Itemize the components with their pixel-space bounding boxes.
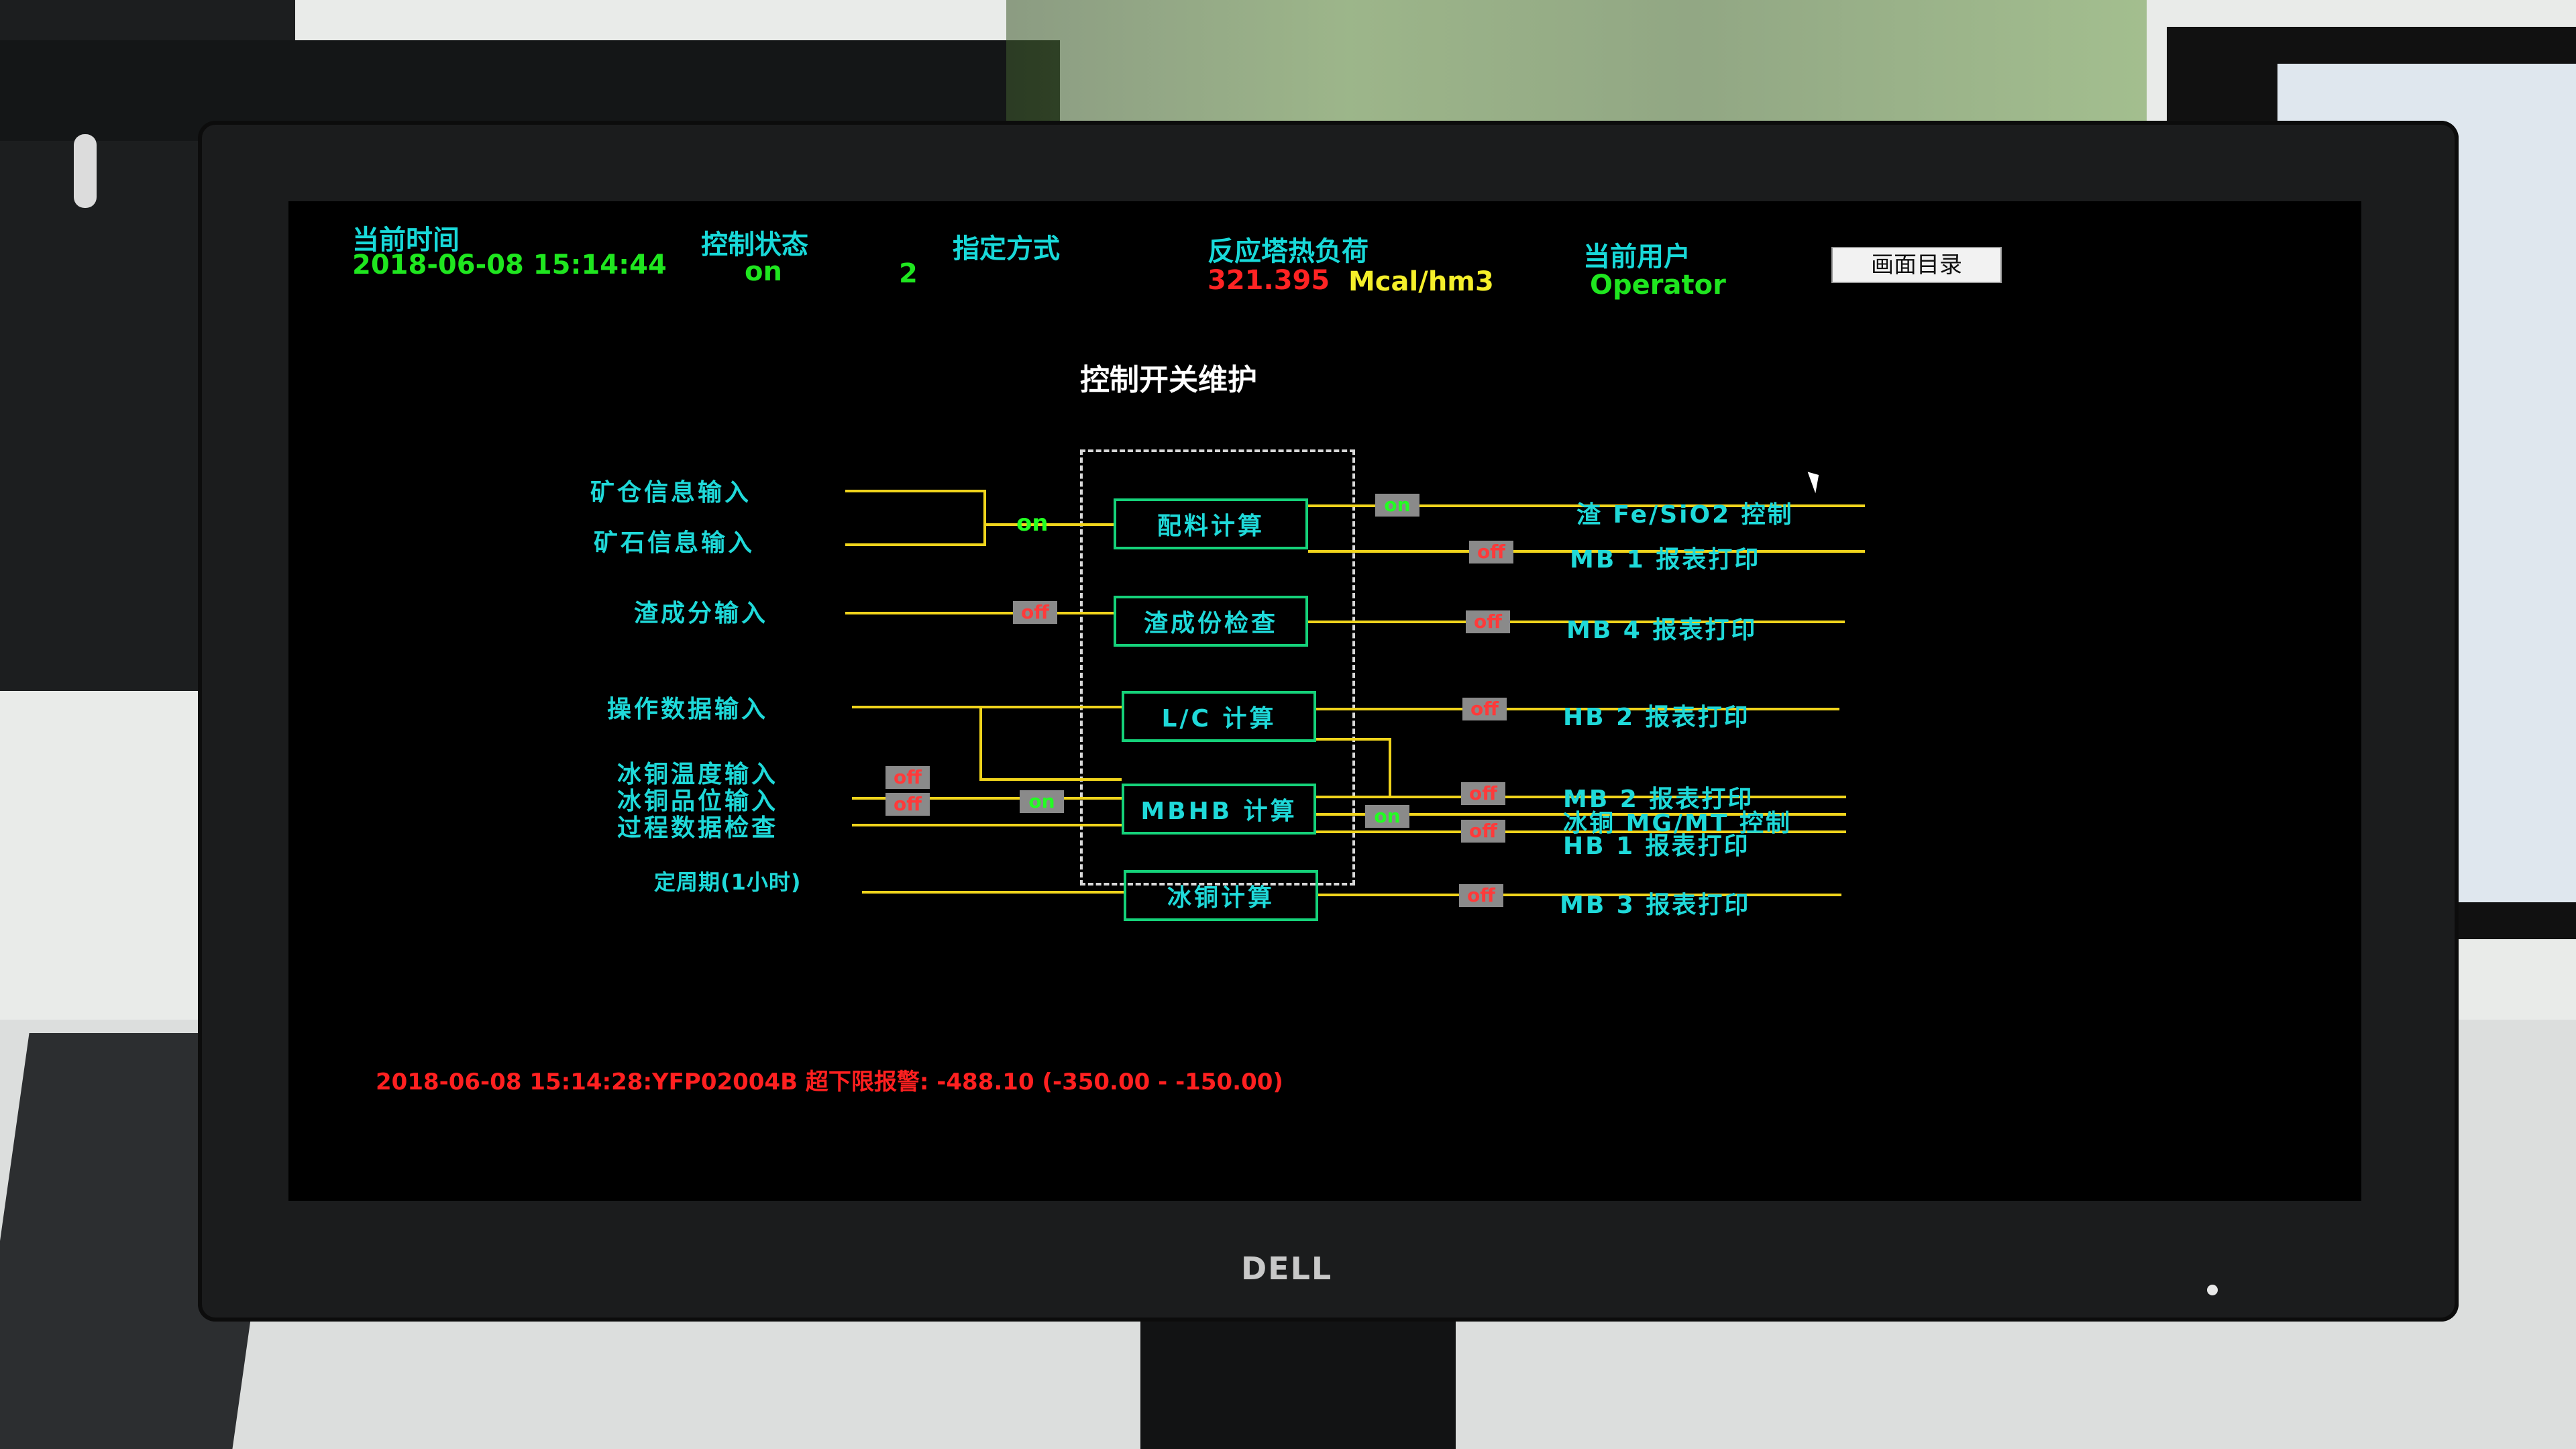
line xyxy=(862,891,1124,894)
line xyxy=(845,490,986,492)
line xyxy=(852,706,1122,708)
output-mb3: MB 3 报表打印 xyxy=(1560,892,1751,919)
switch-input-matte-temp[interactable]: off xyxy=(885,766,930,789)
proc-mbhb-calc[interactable]: MBHB 计算 xyxy=(1122,784,1316,835)
line xyxy=(979,778,1122,781)
output-mb4: MB 4 报表打印 xyxy=(1566,616,1758,644)
output-mb1: MB 1 报表打印 xyxy=(1570,546,1761,574)
mouse-cursor-icon xyxy=(1807,468,1825,494)
output-hb1: HB 1 报表打印 xyxy=(1563,833,1750,860)
input-slag: 渣成分输入 xyxy=(634,600,769,627)
switch-input-slag[interactable]: off xyxy=(1013,601,1057,624)
switch-out-mb4[interactable]: off xyxy=(1466,610,1510,633)
proc-lc-calc[interactable]: L/C 计算 xyxy=(1122,691,1316,742)
heat-load-value: 321.395 xyxy=(1208,265,1330,296)
line xyxy=(979,706,982,781)
time-value: 2018-06-08 15:14:44 xyxy=(352,250,667,280)
page-title: 控制开关维护 xyxy=(1080,363,1257,397)
line xyxy=(845,543,986,546)
proc-matte-calc[interactable]: 冰铜计算 xyxy=(1124,870,1318,921)
switch-out-mb2[interactable]: off xyxy=(1461,782,1505,805)
input-ore-bin: 矿仓信息输入 xyxy=(590,479,752,506)
mode-value: 2 xyxy=(899,258,918,289)
switch-input-ore[interactable]: on xyxy=(1016,510,1049,537)
scada-screen: 当前时间 2018-06-08 15:14:44 控制状态 on 指定方式 2 … xyxy=(288,201,2361,1201)
mode-label: 指定方式 xyxy=(953,233,1060,264)
switch-out-fe-sio2[interactable]: on xyxy=(1375,494,1419,517)
switch-out-mg-mt[interactable]: on xyxy=(1365,805,1409,828)
line xyxy=(983,523,1114,526)
heat-load-unit: Mcal/hm3 xyxy=(1348,266,1494,297)
proc-slag-check[interactable]: 渣成份检查 xyxy=(1114,596,1308,647)
line xyxy=(983,490,986,546)
output-fe-sio2: 渣 Fe/SiO2 控制 xyxy=(1576,501,1794,529)
switch-input-mbhb[interactable]: on xyxy=(1020,790,1064,813)
switch-out-hb1[interactable]: off xyxy=(1461,820,1505,843)
switch-out-mb1[interactable]: off xyxy=(1469,541,1513,564)
switch-out-mb3[interactable]: off xyxy=(1459,884,1503,907)
switch-input-matte-grade[interactable]: off xyxy=(885,793,930,816)
input-operation-data: 操作数据输入 xyxy=(607,696,769,723)
line xyxy=(1316,738,1390,741)
power-button[interactable] xyxy=(2207,1285,2218,1295)
cabinet-handle xyxy=(74,134,97,208)
heat-load-label: 反应塔热负荷 xyxy=(1208,236,1368,267)
alarm-message: 2018-06-08 15:14:28:YFP02004B 超下限报警: -48… xyxy=(376,1069,1283,1095)
line xyxy=(852,824,1122,826)
user-value: Operator xyxy=(1590,270,1726,301)
switch-out-hb2[interactable]: off xyxy=(1462,698,1507,720)
input-ore-info: 矿石信息输入 xyxy=(594,529,755,557)
input-period: 定周期(1小时) xyxy=(654,869,802,895)
proc-batching[interactable]: 配料计算 xyxy=(1114,498,1308,549)
screen-menu-button[interactable]: 画面目录 xyxy=(1831,247,2002,283)
control-state-value: on xyxy=(745,256,782,287)
user-label: 当前用户 xyxy=(1583,241,1690,272)
line xyxy=(1389,738,1391,796)
monitor-brand-logo: DELL xyxy=(1241,1250,1333,1287)
line xyxy=(845,612,1114,614)
input-process-check: 过程数据检查 xyxy=(617,814,779,842)
output-hb2: HB 2 报表打印 xyxy=(1563,704,1750,731)
